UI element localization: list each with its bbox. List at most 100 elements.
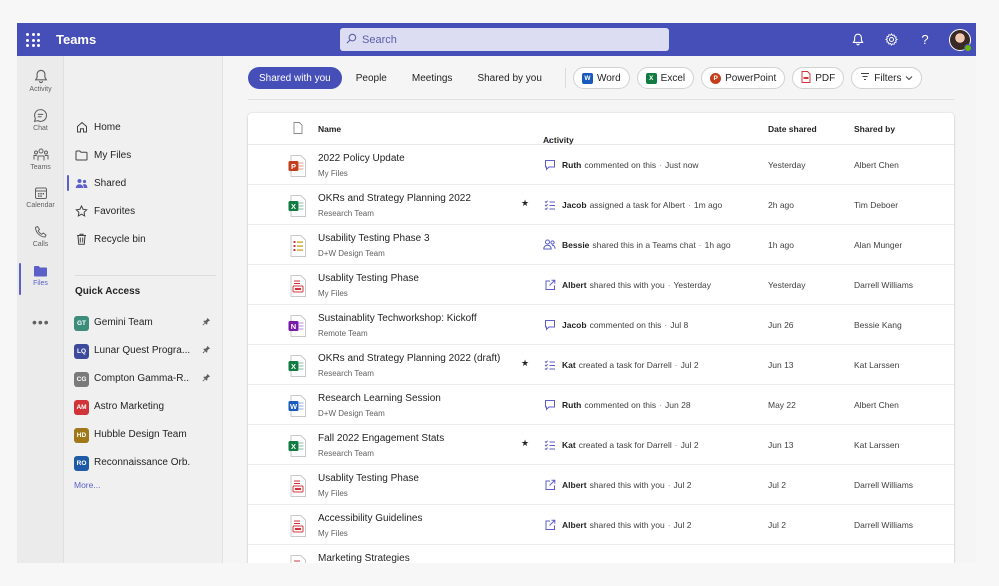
rail-calendar[interactable]: Calendar xyxy=(17,183,64,221)
share-icon xyxy=(543,478,556,491)
quick-access-item[interactable]: AM Astro Marketing xyxy=(64,397,223,419)
table-row[interactable]: Usablity Testing Phase My Files Albert shar… xyxy=(248,265,954,305)
file-name[interactable]: Usability Testing Phase 3 xyxy=(318,233,430,244)
shared-by: Albert Chen xyxy=(854,160,899,170)
team-avatar-badge: RO xyxy=(74,456,89,471)
activity-time: Yesterday xyxy=(673,279,712,290)
home-icon xyxy=(75,121,88,134)
user-avatar[interactable] xyxy=(949,29,972,52)
shared-by: Darrell Williams xyxy=(854,280,914,290)
star-icon xyxy=(75,205,88,218)
task-icon xyxy=(543,358,556,371)
pin-icon[interactable] xyxy=(202,317,211,328)
tab-shared-by-you[interactable]: Shared by you xyxy=(466,67,553,89)
table-row[interactable]: Usablity Testing Phase My Files Albert shar… xyxy=(248,465,954,505)
activity-text: shared this in a Teams chat xyxy=(592,239,696,250)
activity-separator: · xyxy=(659,399,663,410)
file-name[interactable]: 2022 Policy Update xyxy=(318,153,405,164)
favorite-star-icon[interactable]: ★ xyxy=(521,358,529,369)
activity-user: Jacob xyxy=(562,319,587,330)
filter-pdf-chip[interactable]: PDF xyxy=(792,67,845,89)
table-row[interactable]: Marketing Strategies xyxy=(248,545,954,563)
nav-shared[interactable]: Shared xyxy=(64,172,223,194)
quick-access-item[interactable]: LQ Lunar Quest Progra... xyxy=(64,341,223,363)
activity-time: 1h ago xyxy=(704,239,731,250)
file-name[interactable]: Usablity Testing Phase xyxy=(318,273,419,284)
activity-text: shared this with you xyxy=(589,479,665,490)
file-name[interactable]: Marketing Strategies xyxy=(318,553,410,563)
activity-user: Kat xyxy=(562,439,576,450)
activity-separator: · xyxy=(667,479,671,490)
search-placeholder: Search xyxy=(362,33,397,46)
table-row[interactable]: X OKRs and Strategy Planning 2022 Research… xyxy=(248,185,954,225)
nav-recycle-bin[interactable]: Recycle bin xyxy=(64,228,223,250)
rail-calls[interactable]: Calls xyxy=(17,222,64,260)
file-location: My Files xyxy=(318,289,348,298)
svg-text:N: N xyxy=(291,322,296,331)
rail-chat[interactable]: Chat xyxy=(17,105,64,143)
quick-access-more-link[interactable]: More... xyxy=(74,480,100,490)
file-name[interactable]: OKRs and Strategy Planning 2022 (draft) xyxy=(318,353,500,364)
team-avatar-badge: CG xyxy=(74,372,89,387)
favorite-star-icon[interactable]: ★ xyxy=(521,438,529,449)
activity-separator: · xyxy=(688,199,691,210)
filter-icon xyxy=(860,72,870,84)
file-name[interactable]: Usablity Testing Phase xyxy=(318,473,419,484)
table-row[interactable]: Usability Testing Phase 3 D+W Design Team… xyxy=(248,225,954,265)
quick-access-label: Astro Marketing xyxy=(94,401,165,412)
svg-text:W: W xyxy=(290,402,298,411)
quick-access-label: Gemini Team xyxy=(94,317,153,328)
calendar-icon xyxy=(34,187,47,199)
table-row[interactable]: N Sustainablity Techworkshop: Kickoff Remo… xyxy=(248,305,954,345)
rail-teams[interactable]: Teams xyxy=(17,144,64,182)
table-row[interactable]: Accessibility Guidelines My Files Albert sh… xyxy=(248,505,954,545)
file-name[interactable]: OKRs and Strategy Planning 2022 xyxy=(318,193,471,204)
nav-home[interactable]: Home xyxy=(64,116,223,138)
activity-text: commented on this xyxy=(589,319,662,330)
notifications-bell-icon[interactable] xyxy=(850,31,866,47)
rail-activity[interactable]: Activity xyxy=(17,66,64,104)
file-name[interactable]: Research Learning Session xyxy=(318,393,441,404)
tab-people[interactable]: People xyxy=(345,67,398,89)
table-row[interactable]: X OKRs and Strategy Planning 2022 (draft)… xyxy=(248,345,954,385)
file-name[interactable]: Sustainablity Techworkshop: Kickoff xyxy=(318,313,477,324)
help-icon[interactable]: ? xyxy=(917,31,933,47)
rail-files[interactable]: Files xyxy=(17,261,64,299)
shared-by: Kat Larssen xyxy=(854,360,900,370)
filter-bar: Shared with you People Meetings Shared b… xyxy=(248,66,929,90)
activity-cell: Albert shared this with you · Jul 2 xyxy=(543,478,692,491)
more-apps-icon[interactable]: ••• xyxy=(32,314,50,330)
filter-excel-chip[interactable]: X Excel xyxy=(636,67,695,89)
tab-shared-with-you[interactable]: Shared with you xyxy=(248,67,342,89)
column-date-shared[interactable]: Date shared xyxy=(768,124,817,134)
quick-access-item[interactable]: GT Gemini Team xyxy=(64,313,223,335)
app-launcher-icon[interactable] xyxy=(26,33,40,47)
quick-access-item[interactable]: RO Reconnaissance Orb... xyxy=(64,453,223,475)
table-row[interactable]: P 2022 Policy Update My Files Ruth commented… xyxy=(248,145,954,185)
comment-icon xyxy=(543,318,556,331)
favorite-star-icon[interactable]: ★ xyxy=(521,198,529,209)
quick-access-item[interactable]: HD Hubble Design Team xyxy=(64,425,223,447)
task-icon xyxy=(543,198,556,211)
pin-icon[interactable] xyxy=(202,345,211,356)
file-name[interactable]: Accessibility Guidelines xyxy=(318,513,423,524)
pin-icon[interactable] xyxy=(202,373,211,384)
filters-dropdown[interactable]: Filters xyxy=(851,67,923,89)
tab-meetings[interactable]: Meetings xyxy=(401,67,464,89)
table-row[interactable]: X Fall 2022 Engagement Stats Research Team… xyxy=(248,425,954,465)
pdf-file-icon xyxy=(288,475,308,497)
activity-cell: Jacob assigned a task for Albert · 1m ago xyxy=(543,198,722,211)
table-row[interactable]: W Research Learning Session D+W Design Tea… xyxy=(248,385,954,425)
quick-access-item[interactable]: CG Compton Gamma-R... xyxy=(64,369,223,391)
nav-favorites[interactable]: Favorites xyxy=(64,200,223,222)
filter-word-chip[interactable]: W Word xyxy=(572,67,630,89)
search-input[interactable]: Search xyxy=(340,28,669,51)
settings-gear-icon[interactable] xyxy=(883,31,899,47)
sidenav-divider xyxy=(75,275,216,276)
column-name[interactable]: Name xyxy=(318,124,341,134)
nav-my-files[interactable]: My Files xyxy=(64,144,223,166)
table-header: Name Activity ↓ Date shared Shared by xyxy=(248,113,954,145)
file-name[interactable]: Fall 2022 Engagement Stats xyxy=(318,433,444,444)
column-shared-by[interactable]: Shared by xyxy=(854,124,895,134)
filter-powerpoint-chip[interactable]: P PowerPoint xyxy=(701,67,786,89)
